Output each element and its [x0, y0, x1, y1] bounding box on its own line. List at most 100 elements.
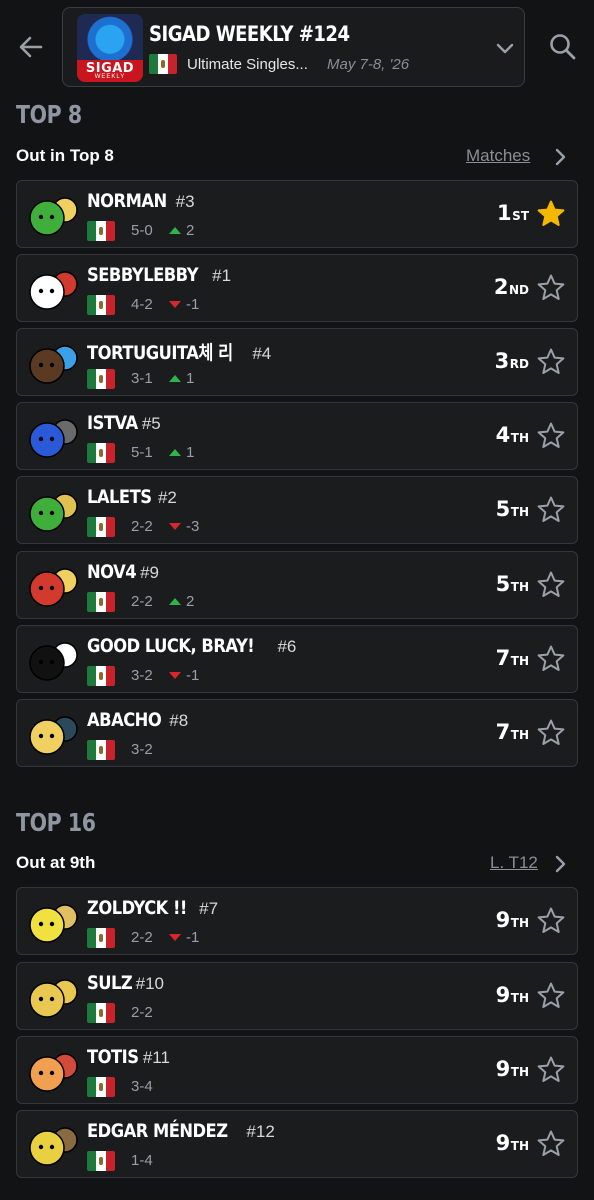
player-name: SULZ [87, 972, 133, 994]
placement-suffix: TH [510, 431, 529, 445]
set-record: 5-0 [131, 222, 153, 239]
mexico-flag-icon [87, 369, 115, 389]
section-title: TOP 8 [16, 100, 82, 129]
placement: 9 TH [496, 1131, 529, 1155]
placement-suffix: TH [510, 991, 529, 1005]
set-record: 3-2 [131, 667, 153, 684]
star-outline-icon[interactable] [536, 1129, 566, 1159]
seed-delta-value: -3 [186, 518, 200, 535]
seed-delta-value: -1 [186, 667, 200, 684]
back-button[interactable] [14, 30, 48, 64]
mexico-flag-icon [87, 221, 115, 241]
player-row[interactable]: TORTUGUITA체 리 #4 3-1 1 3 RD [16, 328, 578, 396]
search-button[interactable] [546, 30, 580, 64]
player-row[interactable]: ZOLDYCK !! #7 2-2 -1 9 TH [16, 887, 578, 955]
arrow-down-icon [169, 934, 181, 941]
placement: 5 TH [496, 497, 529, 521]
player-seed: #12 [246, 1122, 275, 1141]
placement-number: 9 [495, 1057, 511, 1081]
placement-suffix: TH [510, 916, 529, 930]
seed-delta: 1 [169, 370, 194, 387]
star-outline-icon[interactable] [536, 421, 566, 451]
placement-number: 1 [497, 201, 512, 225]
section-link[interactable]: L. T12 [490, 853, 538, 873]
star-outline-icon[interactable] [536, 906, 566, 936]
placement-suffix: RD [509, 357, 529, 371]
seed-delta: -1 [169, 296, 199, 313]
star-outline-icon[interactable] [536, 1055, 566, 1085]
placement-suffix: TH [510, 1065, 529, 1079]
character-icon [29, 568, 78, 607]
player-row[interactable]: GOOD LUCK, BRAY! #6 3-2 -1 7 TH [16, 625, 578, 693]
placement: 9 TH [496, 983, 529, 1007]
character-icon [29, 197, 78, 236]
placement: 7 TH [496, 720, 529, 744]
arrow-up-icon [169, 227, 181, 234]
player-seed: #8 [169, 711, 189, 730]
player-row[interactable]: TOTIS #11 3-4 9 TH [16, 1036, 578, 1104]
set-record: 2-2 [131, 1004, 153, 1021]
star-outline-icon[interactable] [536, 570, 566, 600]
star-outline-icon[interactable] [536, 495, 566, 525]
star-outline-icon[interactable] [536, 347, 566, 377]
player-name: LALETS [87, 486, 152, 508]
character-icon [29, 419, 78, 458]
mexico-flag-icon [87, 517, 115, 537]
chevron-right-icon[interactable] [552, 147, 568, 167]
star-filled-icon[interactable] [536, 199, 566, 229]
player-seed: #11 [142, 1048, 170, 1067]
player-name: SEBBYLEBBY [87, 264, 199, 286]
star-outline-icon[interactable] [536, 644, 566, 674]
star-outline-icon[interactable] [536, 981, 566, 1011]
mexico-flag-icon [87, 1003, 115, 1023]
arrow-down-icon [169, 301, 181, 308]
placement-suffix: ST [512, 209, 529, 223]
section-title: TOP 16 [16, 808, 96, 837]
player-seed: #1 [212, 266, 232, 285]
arrow-down-icon [169, 672, 181, 679]
set-record: 3-1 [131, 370, 153, 387]
player-row[interactable]: LALETS #2 2-2 -3 5 TH [16, 476, 578, 544]
mexico-flag-icon [149, 54, 177, 74]
player-row[interactable]: SULZ #10 2-2 9 TH [16, 962, 578, 1030]
mexico-flag-icon [87, 666, 115, 686]
set-record: 2-2 [131, 518, 153, 535]
player-seed: #4 [252, 344, 272, 363]
seed-delta-value: 2 [186, 593, 195, 610]
event-selector[interactable]: SIGAD WEEKLY SIGAD WEEKLY #124 Ultimate … [62, 7, 525, 87]
chevron-right-icon[interactable] [552, 854, 568, 874]
placement: 5 TH [496, 572, 529, 596]
player-row[interactable]: NORMAN #3 5-0 2 1 ST [16, 180, 578, 248]
section-link[interactable]: Matches [466, 146, 530, 166]
player-seed: #6 [277, 637, 297, 656]
placement: 9 TH [496, 908, 529, 932]
mexico-flag-icon [87, 295, 115, 315]
player-row[interactable]: ISTVA #5 5-1 1 4 TH [16, 402, 578, 470]
seed-delta: 1 [169, 444, 194, 461]
player-row[interactable]: SEBBYLEBBY #1 4-2 -1 2 ND [16, 254, 578, 322]
placement: 2 ND [494, 275, 529, 299]
placement-number: 5 [495, 497, 511, 521]
character-icon [29, 493, 78, 532]
player-name-line: ZOLDYCK !! #7 [87, 897, 218, 919]
player-row[interactable]: EDGAR MÉNDEZ #12 1-4 9 TH [16, 1110, 578, 1178]
player-row[interactable]: NOV4 #9 2-2 2 5 TH [16, 551, 578, 619]
event-logo: SIGAD WEEKLY [77, 14, 143, 82]
star-outline-icon[interactable] [536, 718, 566, 748]
arrow-up-icon [169, 598, 181, 605]
search-icon [550, 34, 576, 60]
player-row[interactable]: ABACHO #8 3-2 7 TH [16, 699, 578, 767]
chevron-down-icon[interactable] [493, 36, 517, 60]
placement-number: 9 [495, 908, 511, 932]
placement-suffix: TH [510, 728, 529, 742]
player-name: TORTUGUITA체 리 [87, 342, 233, 364]
star-outline-icon[interactable] [536, 273, 566, 303]
event-dates: May 7-8, '26 [327, 56, 410, 73]
mexico-flag-icon [87, 928, 115, 948]
player-name: NORMAN [87, 190, 167, 212]
player-name-line: EDGAR MÉNDEZ #12 [87, 1120, 275, 1142]
placement-number: 2 [493, 275, 509, 299]
player-name-line: TORTUGUITA체 리 #4 [87, 338, 271, 365]
section-subtitle: Out in Top 8 [16, 146, 114, 165]
player-name-line: ISTVA #5 [87, 412, 161, 434]
